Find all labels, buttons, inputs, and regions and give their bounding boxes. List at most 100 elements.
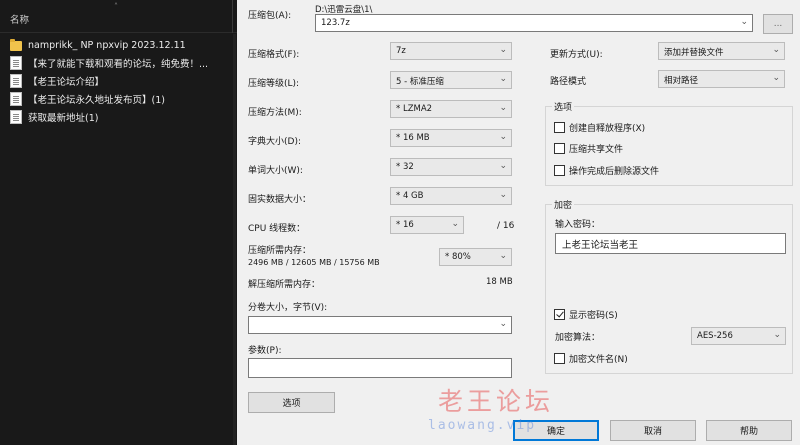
chevron-down-icon: ⌄	[499, 45, 507, 55]
enc-method-value: AES-256	[697, 331, 733, 341]
encrypt-names-label: 加密文件名(N)	[569, 355, 628, 365]
document-icon	[10, 110, 22, 124]
show-password-label: 显示密码(S)	[569, 311, 618, 321]
scrollbar[interactable]	[233, 34, 236, 445]
shared-files-label: 压缩共享文件	[569, 145, 624, 155]
chevron-down-icon: ⌄	[499, 74, 507, 84]
file-item[interactable]: 【老王论坛介绍】	[10, 72, 232, 90]
create-sfx-label: 创建自释放程序(X)	[569, 124, 646, 134]
encrypt-names-checkbox[interactable]: 加密文件名(N)	[554, 352, 628, 365]
word-label: 单词大小(W):	[248, 166, 303, 176]
watermark-url: laowang.vip	[428, 418, 537, 433]
file-item-label: 【老王论坛永久地址发布页】(1)	[28, 95, 165, 106]
update-label: 更新方式(U):	[550, 50, 603, 60]
cpu-label: CPU 线程数：	[248, 224, 306, 234]
chevron-down-icon[interactable]: ⌄	[740, 17, 748, 27]
chevron-down-icon: ⌄	[773, 330, 781, 340]
pathmode-value: 相对路径	[664, 76, 699, 86]
column-header-name[interactable]: 名称	[10, 12, 29, 26]
file-item[interactable]: 【来了就能下载和观看的论坛，纯免费！...	[10, 54, 232, 72]
chevron-down-icon: ⌄	[499, 161, 507, 171]
enc-method-label: 加密算法：	[555, 333, 601, 343]
pathmode-select[interactable]: 相对路径 ⌄	[658, 70, 785, 88]
mem-decompress-value: 18 MB	[486, 277, 513, 287]
archive-name-combo[interactable]: 123.7z ⌄	[315, 14, 753, 32]
shared-files-checkbox[interactable]: 压缩共享文件	[554, 142, 623, 155]
column-divider[interactable]	[232, 0, 233, 33]
file-item[interactable]: 获取最新地址(1)	[10, 108, 232, 126]
folder-icon	[10, 39, 22, 51]
cpu-total: / 16	[497, 221, 515, 231]
level-label: 压缩等级(L):	[248, 79, 300, 89]
file-item[interactable]: namprikk_ NP npxvip 2023.12.11	[10, 36, 232, 54]
method-label: 压缩方法(M):	[248, 108, 302, 118]
params-label: 参数(P):	[248, 346, 282, 356]
file-item[interactable]: 【老王论坛永久地址发布页】(1)	[10, 90, 232, 108]
help-button[interactable]: 帮助	[706, 420, 792, 441]
encryption-group-title: 加密	[552, 198, 575, 211]
cancel-button[interactable]: 取消	[610, 420, 696, 441]
checkbox-box[interactable]	[554, 165, 565, 176]
format-label: 压缩格式(F):	[248, 50, 300, 60]
chevron-down-icon: ⌄	[499, 190, 507, 200]
options-group-title: 选项	[552, 100, 575, 113]
format-value: 7z	[396, 46, 406, 56]
update-select[interactable]: 添加并替换文件 ⌄	[658, 42, 785, 60]
delete-after-label: 操作完成后删除源文件	[569, 167, 660, 177]
format-select[interactable]: 7z ⌄	[390, 42, 512, 60]
mem-compress-label: 压缩所需内存：	[248, 246, 312, 256]
params-input[interactable]	[248, 358, 512, 378]
dict-select[interactable]: * 16 MB ⌄	[390, 129, 512, 147]
file-item-label: 获取最新地址(1)	[28, 113, 99, 124]
checkbox-box[interactable]	[554, 122, 565, 133]
checkbox-box[interactable]	[554, 309, 565, 320]
mem-decompress-label: 解压缩所需内存：	[248, 280, 321, 290]
column-header[interactable]: 名称 ˄	[0, 0, 237, 33]
document-icon	[10, 74, 22, 88]
delete-after-checkbox[interactable]: 操作完成后删除源文件	[554, 164, 659, 177]
enc-method-select[interactable]: AES-256 ⌄	[691, 327, 786, 345]
solid-select[interactable]: * 4 GB ⌄	[390, 187, 512, 205]
mem-percent-select[interactable]: * 80% ⌄	[439, 248, 512, 266]
chevron-down-icon: ⌄	[451, 219, 459, 229]
chevron-down-icon: ⌄	[499, 251, 507, 261]
archive-name-value: 123.7z	[321, 18, 350, 28]
word-value: * 32	[396, 162, 414, 172]
word-select[interactable]: * 32 ⌄	[390, 158, 512, 176]
chevron-down-icon: ⌄	[499, 132, 507, 142]
cpu-value: * 16	[396, 220, 414, 230]
chevron-down-icon: ⌄	[772, 45, 780, 55]
method-select[interactable]: * LZMA2 ⌄	[390, 100, 512, 118]
checkbox-box[interactable]	[554, 353, 565, 364]
update-value: 添加并替换文件	[664, 48, 724, 58]
chevron-down-icon: ⌄	[772, 73, 780, 83]
pathmode-label: 路径模式	[550, 77, 587, 87]
level-value: 5 - 标准压缩	[396, 77, 444, 87]
add-to-archive-dialog: 压缩包(A): D:\迅雷云盘\1\ 123.7z ⌄ ... 压缩格式(F):…	[237, 0, 800, 445]
sort-caret-icon: ˄	[114, 2, 118, 11]
create-sfx-checkbox[interactable]: 创建自释放程序(X)	[554, 121, 645, 134]
password-label: 输入密码：	[555, 220, 601, 230]
document-icon	[10, 56, 22, 70]
cpu-select[interactable]: * 16 ⌄	[390, 216, 464, 234]
watermark-logo: 老王论坛	[438, 387, 555, 416]
password-input[interactable]: 上老王论坛当老王	[555, 233, 786, 254]
level-select[interactable]: 5 - 标准压缩 ⌄	[390, 71, 512, 89]
archive-label: 压缩包(A):	[248, 11, 292, 21]
file-item-label: 【来了就能下载和观看的论坛，纯免费！...	[28, 59, 209, 70]
volume-label: 分卷大小，字节(V):	[248, 303, 328, 313]
file-item-label: namprikk_ NP npxvip 2023.12.11	[28, 39, 186, 51]
solid-value: * 4 GB	[396, 191, 424, 201]
dict-value: * 16 MB	[396, 133, 430, 143]
volume-combo[interactable]: ⌄	[248, 316, 512, 334]
chevron-down-icon: ⌄	[499, 103, 507, 113]
checkbox-box[interactable]	[554, 143, 565, 154]
dict-label: 字典大小(D):	[248, 137, 301, 147]
mem-compress-detail: 2496 MB / 12605 MB / 15756 MB	[248, 258, 380, 267]
show-password-checkbox[interactable]: 显示密码(S)	[554, 308, 618, 321]
solid-label: 固实数据大小：	[248, 195, 312, 205]
options-button[interactable]: 选项	[248, 392, 335, 413]
mem-percent-value: * 80%	[445, 252, 471, 262]
method-value: * LZMA2	[396, 104, 433, 114]
browse-button[interactable]: ...	[763, 14, 793, 34]
